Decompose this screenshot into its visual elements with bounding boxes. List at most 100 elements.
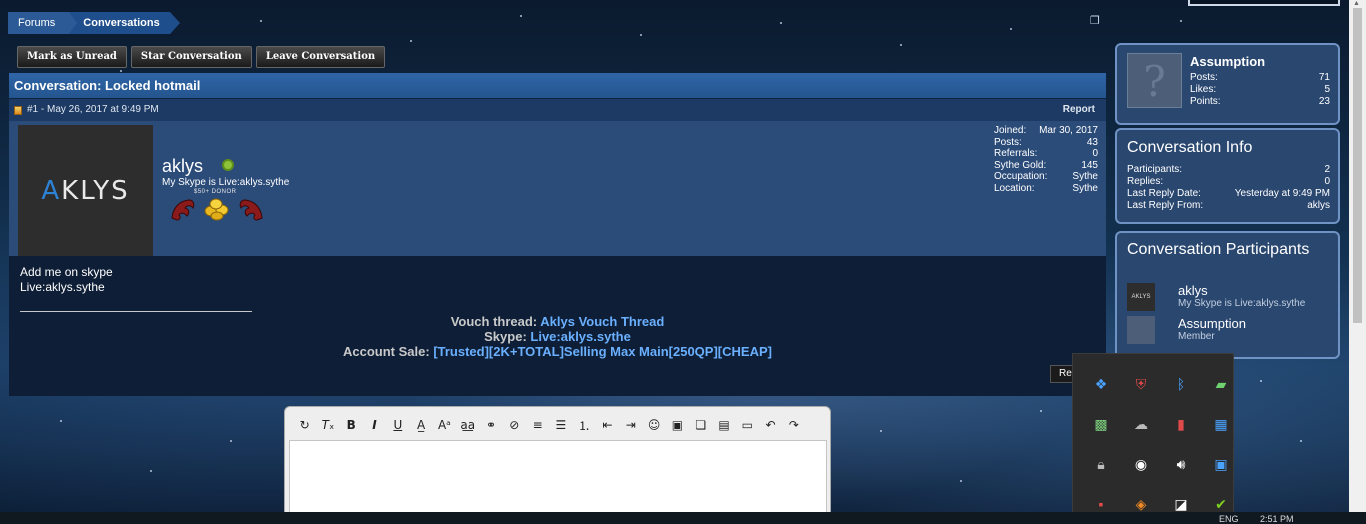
visitor-points: Points: 23 — [1190, 96, 1330, 107]
bullet-list-icon[interactable]: ☰ — [549, 415, 572, 435]
participant-subtitle: My Skype is Live:aklys.sythe — [1178, 298, 1306, 309]
post-username[interactable]: aklys — [162, 156, 203, 177]
post-header: #1 - May 26, 2017 at 9:49 PM Report — [9, 99, 1106, 121]
taskbar: ENG 2:51 PM — [0, 512, 1366, 524]
italic-icon[interactable]: I — [363, 415, 386, 435]
shield-icon[interactable]: ⛨ — [1121, 364, 1161, 404]
breadcrumb: Forums Conversations — [8, 12, 181, 34]
signature-divider — [20, 311, 252, 312]
smilies-icon[interactable]: ☺ — [642, 415, 665, 435]
restore-window-icon[interactable]: ❐ — [1090, 16, 1102, 27]
gold-coins-badge-icon — [204, 198, 229, 221]
info-participants: Participants: 2 — [1127, 164, 1330, 175]
participant-name[interactable]: Assumption — [1178, 316, 1246, 331]
participant-subtitle: Member — [1178, 331, 1215, 342]
visitor-name[interactable]: Assumption — [1190, 54, 1265, 69]
bluetooth-icon[interactable]: ᛒ — [1161, 364, 1201, 404]
vouch-thread-link[interactable]: Aklys Vouch Thread — [540, 314, 664, 329]
participants-title: Conversation Participants — [1127, 241, 1310, 258]
system-tray-overflow: ❖ ⛨ ᛒ ▰ ▩ ☁ ▮ ▦ 🔒︎ ◉ 🔊︎ ▣ ▪ ◈ ◪ ✔ — [1072, 353, 1234, 513]
font-family-icon[interactable]: a͟a — [456, 415, 479, 435]
tray-icon-grid: ❖ ⛨ ᛒ ▰ ▩ ☁ ▮ ▦ 🔒︎ ◉ 🔊︎ ▣ ▪ ◈ ◪ ✔ — [1081, 364, 1241, 524]
clock[interactable]: 2:51 PM — [1260, 515, 1294, 524]
stat-posts: Posts: 43 — [994, 136, 1098, 148]
scroll-up-icon[interactable]: ▲ — [1353, 0, 1360, 7]
avatar-logo: AKLYS — [41, 175, 130, 206]
bold-icon[interactable]: B — [340, 415, 363, 435]
language-indicator[interactable]: ENG — [1219, 515, 1239, 524]
signature-sale: Account Sale: [Trusted][2K+TOTAL]Selling… — [343, 344, 772, 359]
user-stats: Joined: Mar 30, 2017 Posts: 43 Referrals: 0… — [994, 125, 1098, 194]
badge-caption: $50+ DONOR — [194, 189, 237, 195]
discord-icon[interactable]: ◉ — [1121, 444, 1161, 484]
star-conversation-button[interactable]: Star Conversation — [130, 46, 252, 68]
security-icon[interactable]: ▮ — [1161, 404, 1201, 444]
dropbox-icon[interactable]: ❖ — [1081, 364, 1121, 404]
report-link[interactable]: Report — [1063, 99, 1095, 121]
redo-icon[interactable]: ↷ — [782, 415, 805, 435]
remove-format-icon[interactable]: Tₓ — [316, 415, 339, 435]
reply-editor: ↻ Tₓ B I U A̲ Aᵃ a͟a ⚭ ⊘ ≡ ☰ ⒈ ⇤ ⇥ ☺ ▣ ❏… — [284, 406, 831, 524]
user-badges — [169, 196, 265, 222]
stat-referrals: Referrals: 0 — [994, 148, 1098, 159]
audio-meter-icon[interactable]: ▦ — [1201, 404, 1241, 444]
font-size-icon[interactable]: Aᵃ — [433, 415, 456, 435]
cloud-icon[interactable]: ☁ — [1121, 404, 1161, 444]
editor-toolbar: ↻ Tₓ B I U A̲ Aᵃ a͟a ⚭ ⊘ ≡ ☰ ⒈ ⇤ ⇥ ☺ ▣ ❏… — [293, 415, 806, 435]
save-draft-icon[interactable]: ▭ — [736, 415, 759, 435]
online-status-icon — [222, 159, 234, 171]
post-user-info: AKLYS aklys My Skype is Live:aklys.sythe… — [9, 121, 1106, 256]
stat-joined: Joined: Mar 30, 2017 — [994, 125, 1098, 136]
page-scrollbar[interactable]: ▲ — [1349, 0, 1366, 512]
unlink-icon[interactable]: ⊘ — [503, 415, 526, 435]
user-avatar[interactable]: AKLYS — [18, 125, 153, 256]
mark-as-unread-button[interactable]: Mark as Unread — [17, 46, 127, 68]
switch-mode-icon[interactable]: ↻ — [293, 415, 316, 435]
underline-icon[interactable]: U — [386, 415, 409, 435]
stat-occupation: Occupation: Sythe — [994, 171, 1098, 182]
info-last-reply-from: Last Reply From: aklys — [1127, 200, 1330, 211]
post-permalink[interactable]: #1 - May 26, 2017 at 9:49 PM — [27, 99, 159, 121]
skype-link[interactable]: Live:aklys.sythe — [530, 329, 630, 344]
scrollbar-thumb[interactable] — [1353, 8, 1362, 323]
breadcrumb-forums[interactable]: Forums — [8, 12, 78, 34]
conversation-info-panel: Conversation Info Participants: 2 Replies… — [1115, 128, 1340, 224]
visitor-avatar[interactable]: ? — [1127, 53, 1182, 108]
leave-conversation-button[interactable]: Leave Conversation — [255, 46, 386, 68]
participant-item[interactable]: AKLYS aklys My Skype is Live:aklys.sythe — [1127, 283, 1337, 311]
undo-icon[interactable]: ↶ — [759, 415, 782, 435]
align-icon[interactable]: ≡ — [526, 415, 549, 435]
font-color-icon[interactable]: A̲ — [409, 415, 432, 435]
participant-name[interactable]: aklys — [1178, 283, 1208, 298]
volume-icon[interactable]: 🔊︎ — [1161, 444, 1201, 484]
top-right-panel-edge — [1188, 0, 1340, 6]
participant-avatar[interactable]: AKLYS — [1127, 283, 1155, 311]
visitor-posts: Posts: 71 — [1190, 72, 1330, 83]
numbered-list-icon[interactable]: ⒈ — [573, 415, 596, 435]
participant-avatar[interactable] — [1127, 316, 1155, 344]
indent-icon[interactable]: ⇥ — [619, 415, 642, 435]
stat-sythe-gold: Sythe Gold: 145 — [994, 159, 1098, 171]
update-icon[interactable]: ▩ — [1081, 404, 1121, 444]
conversation-participants-panel: Conversation Participants AKLYS aklys My… — [1115, 231, 1340, 359]
driver-icon[interactable]: ▰ — [1201, 364, 1241, 404]
account-sale-link[interactable]: [Trusted][2K+TOTAL]Selling Max Main[250Q… — [433, 344, 772, 359]
link-icon[interactable]: ⚭ — [479, 415, 502, 435]
media-icon[interactable]: ❏ — [689, 415, 712, 435]
insert-icon[interactable]: ▤ — [712, 415, 735, 435]
default-avatar-icon: ? — [1143, 57, 1166, 106]
participant-item[interactable]: Assumption Member — [1127, 316, 1337, 344]
claw-badge-icon — [239, 199, 263, 221]
post-icon — [14, 106, 22, 115]
lock-icon[interactable]: 🔒︎ — [1081, 444, 1121, 484]
info-last-reply-date: Last Reply Date: Yesterday at 9:49 PM — [1127, 188, 1330, 199]
breadcrumb-conversations[interactable]: Conversations — [69, 12, 181, 34]
conversation-actions: Mark as Unread Star Conversation Leave C… — [17, 46, 386, 68]
outdent-icon[interactable]: ⇤ — [596, 415, 619, 435]
image-icon[interactable]: ▣ — [666, 415, 689, 435]
network-icon[interactable]: ▣ — [1201, 444, 1241, 484]
info-replies: Replies: 0 — [1127, 176, 1330, 187]
signature-vouch: Vouch thread: Aklys Vouch Thread — [450, 314, 665, 329]
conversation-info-stats: Participants: 2 Replies: 0 Last Reply Date… — [1127, 164, 1330, 212]
conversation-info-title: Conversation Info — [1127, 139, 1253, 156]
